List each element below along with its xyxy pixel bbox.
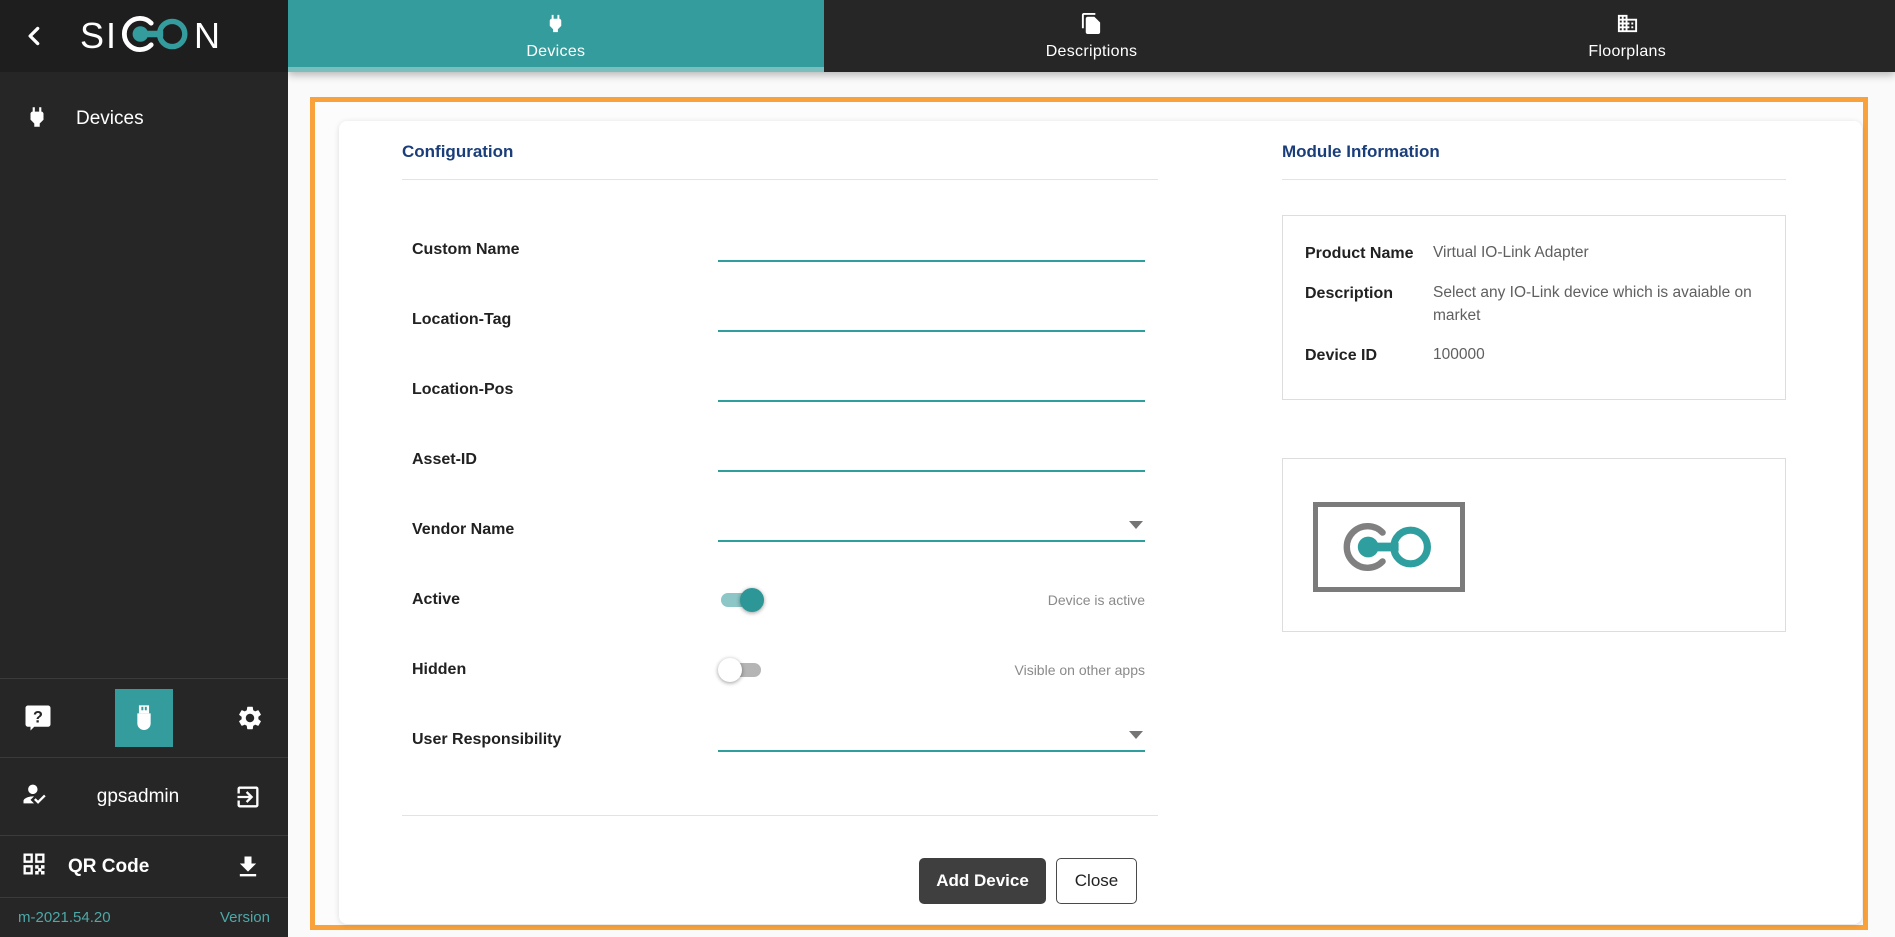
logo-text-suffix: N (194, 15, 222, 57)
qr-code-label[interactable]: QR Code (68, 856, 228, 878)
svg-text:?: ? (33, 708, 43, 726)
description-value: Select any IO-Link device which is avaia… (1433, 282, 1763, 327)
sidebar: SI N Devices ? (0, 0, 288, 937)
help-icon[interactable]: ? (18, 698, 58, 738)
user-responsibility-input[interactable] (718, 726, 1145, 752)
chevron-down-icon (1129, 731, 1143, 739)
device-id-label: Device ID (1305, 344, 1433, 367)
user-responsibility-label: User Responsibility (412, 731, 561, 749)
active-label: Active (412, 591, 460, 609)
user-row: gpsadmin (0, 757, 288, 835)
location-pos-input[interactable] (718, 376, 1145, 402)
sidebar-item-label: Devices (76, 108, 144, 130)
chevron-left-icon[interactable] (20, 21, 50, 51)
hidden-label: Hidden (412, 661, 466, 679)
usb-stick-icon[interactable] (115, 689, 173, 747)
device-form-card: Configuration Custom Name Location-Tag L… (339, 121, 1862, 924)
tab-descriptions[interactable]: Descriptions (824, 0, 1360, 72)
qr-row: QR Code (0, 835, 288, 897)
location-tag-input[interactable] (718, 306, 1145, 332)
plug-icon (544, 12, 567, 40)
logout-icon[interactable] (228, 777, 268, 817)
vendor-name-input[interactable] (718, 516, 1145, 542)
copy-pages-icon (1080, 12, 1103, 40)
form-row: Vendor Name (402, 495, 1158, 565)
qr-code-icon (20, 850, 48, 883)
active-toggle[interactable] (718, 587, 764, 613)
sidebar-header: SI N (0, 0, 288, 72)
form-row: Location-Tag (402, 285, 1158, 355)
download-icon[interactable] (228, 847, 268, 887)
settings-gear-icon[interactable] (230, 698, 270, 738)
device-id-value: 100000 (1433, 344, 1763, 367)
username-label: gpsadmin (48, 786, 228, 808)
add-device-button[interactable]: Add Device (919, 858, 1046, 904)
custom-name-label: Custom Name (412, 241, 520, 259)
module-image-card (1282, 458, 1786, 632)
active-hint: Device is active (1048, 592, 1145, 608)
description-label: Description (1305, 282, 1433, 327)
location-tag-label: Location-Tag (412, 311, 511, 329)
close-button[interactable]: Close (1056, 858, 1137, 904)
configuration-heading: Configuration (402, 142, 513, 162)
tab-label: Floorplans (1588, 43, 1666, 61)
building-icon (1616, 12, 1639, 40)
sidebar-bottom: ? gpsadmin (0, 678, 288, 937)
info-row: Device ID 100000 (1305, 344, 1763, 367)
form-row: Custom Name (402, 215, 1158, 285)
module-logo-icon (1313, 502, 1465, 592)
plug-icon (24, 104, 50, 135)
info-row: Description Select any IO-Link device wh… (1305, 282, 1763, 327)
version-label: Version (220, 909, 270, 926)
highlight-frame: Configuration Custom Name Location-Tag L… (310, 97, 1868, 930)
divider (402, 179, 1158, 180)
vendor-name-label: Vendor Name (412, 521, 514, 539)
tab-bar: Devices Descriptions Floorplans (288, 0, 1895, 72)
asset-id-label: Asset-ID (412, 451, 477, 469)
version-row: m-2021.54.20 Version (0, 897, 288, 937)
form-row: Hidden Visible on other apps (402, 635, 1158, 705)
sicon-logo: SI N (80, 10, 222, 63)
sicon-link-logo-icon (119, 10, 193, 63)
module-information-section: Module Information Product Name Virtual … (1282, 121, 1786, 924)
main-content: Configuration Custom Name Location-Tag L… (288, 72, 1895, 937)
form-row: Asset-ID (402, 425, 1158, 495)
hidden-hint: Visible on other apps (1015, 662, 1146, 678)
product-name-label: Product Name (1305, 242, 1433, 265)
sidebar-item-devices[interactable]: Devices (0, 92, 288, 146)
logo-text-prefix: SI (80, 15, 118, 57)
tab-devices[interactable]: Devices (288, 0, 824, 72)
form-row: Active Device is active (402, 565, 1158, 635)
divider (1282, 179, 1786, 180)
tab-label: Descriptions (1046, 43, 1138, 61)
info-row: Product Name Virtual IO-Link Adapter (1305, 242, 1763, 265)
configuration-rows: Custom Name Location-Tag Location-Pos As… (402, 215, 1158, 775)
product-name-value: Virtual IO-Link Adapter (1433, 242, 1763, 265)
user-check-icon (20, 780, 48, 813)
custom-name-input[interactable] (718, 236, 1145, 262)
chevron-down-icon (1129, 521, 1143, 529)
version-value: m-2021.54.20 (18, 909, 111, 926)
form-row: User Responsibility (402, 705, 1158, 775)
location-pos-label: Location-Pos (412, 381, 513, 399)
tab-floorplans[interactable]: Floorplans (1359, 0, 1895, 72)
form-row: Location-Pos (402, 355, 1158, 425)
module-info-card: Product Name Virtual IO-Link Adapter Des… (1282, 215, 1786, 400)
asset-id-input[interactable] (718, 446, 1145, 472)
sidebar-icons-row: ? (0, 678, 288, 757)
configuration-section: Configuration Custom Name Location-Tag L… (402, 121, 1158, 924)
tab-label: Devices (526, 43, 585, 61)
divider (402, 815, 1158, 816)
module-information-heading: Module Information (1282, 142, 1440, 162)
hidden-toggle[interactable] (718, 657, 764, 683)
